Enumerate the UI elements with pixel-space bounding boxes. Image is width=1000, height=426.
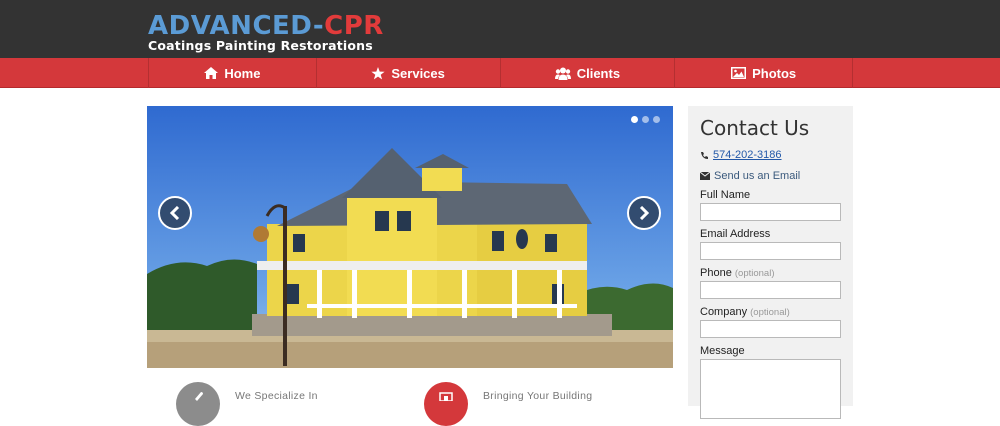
nav-services-label: Services — [391, 65, 445, 81]
slider-prev-button[interactable] — [158, 196, 192, 230]
phone-icon — [701, 151, 708, 159]
full-name-label: Full Name — [700, 189, 751, 201]
house-icon — [147, 106, 673, 368]
top-header: ADVANCED-CPR Coatings Painting Restorati… — [0, 0, 1000, 58]
contact-panel: Contact Us 574-202-3186 Send us an Email… — [688, 106, 853, 419]
email-address-label: Email Address — [700, 228, 771, 240]
chevron-right-icon — [639, 206, 649, 220]
chevron-left-icon — [170, 206, 180, 220]
message-label: Message — [700, 345, 745, 357]
nav-photos-label: Photos — [752, 65, 797, 81]
feature-specialize-text: We Specialize In — [235, 390, 318, 402]
logo-wordmark: ADVANCED-CPR — [148, 12, 384, 40]
slider-dot-1[interactable] — [631, 116, 638, 123]
company-field[interactable] — [700, 320, 841, 338]
users-icon — [554, 67, 571, 80]
envelope-icon — [700, 172, 710, 180]
site-logo[interactable]: ADVANCED-CPR Coatings Painting Restorati… — [148, 12, 384, 53]
email-address-field[interactable] — [700, 242, 841, 260]
slider-next-button[interactable] — [627, 196, 661, 230]
star-icon — [371, 66, 385, 79]
logo-tagline: Coatings Painting Restorations — [148, 38, 373, 53]
picture-icon — [731, 67, 747, 79]
email-link[interactable]: Send us an Email — [714, 170, 800, 182]
feature-circle-1 — [176, 382, 220, 426]
feature-specialize: We Specialize In — [176, 382, 318, 426]
home-icon — [204, 67, 219, 79]
contact-phone-line: 574-202-3186 — [700, 149, 841, 161]
feature-circle-2 — [424, 382, 468, 426]
nav-home[interactable]: Home — [149, 58, 317, 88]
nav-clients[interactable]: Clients — [501, 58, 676, 88]
logo-part-advanced: ADVANCED- — [148, 11, 325, 41]
phone-label: Phone (optional) — [700, 267, 841, 279]
contact-title: Contact Us — [700, 116, 810, 140]
nav-photos[interactable]: Photos — [675, 58, 853, 88]
nav-services[interactable]: Services — [317, 58, 501, 88]
phone-label-text: Phone — [700, 267, 732, 279]
brush-icon — [195, 392, 203, 401]
nav-home-label: Home — [224, 65, 261, 81]
logo-part-cpr: CPR — [324, 11, 384, 41]
slider-dot-2[interactable] — [642, 116, 649, 123]
contact-email-line: Send us an Email — [700, 170, 841, 182]
slider-dot-3[interactable] — [653, 116, 660, 123]
feature-building: Bringing Your Building — [424, 382, 592, 426]
feature-building-text: Bringing Your Building — [483, 390, 593, 402]
company-label-text: Company — [700, 306, 748, 318]
full-name-field[interactable] — [700, 203, 841, 221]
company-label: Company (optional) — [700, 306, 841, 318]
nav-clients-label: Clients — [576, 65, 621, 81]
main-nav: Home Services Clients Photos — [0, 58, 1000, 88]
phone-link[interactable]: 574-202-3186 — [713, 149, 782, 161]
message-field[interactable] — [700, 359, 841, 419]
slider-dots — [631, 116, 660, 123]
image-slider[interactable] — [147, 106, 673, 368]
phone-optional-note: (optional) — [734, 268, 775, 279]
phone-field[interactable] — [700, 281, 841, 299]
company-optional-note: (optional) — [750, 307, 790, 318]
